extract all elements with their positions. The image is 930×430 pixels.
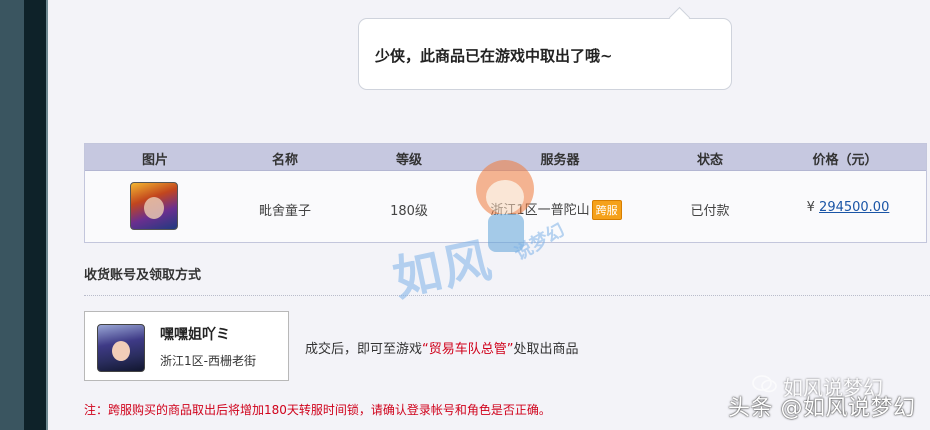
header-image: 图片 bbox=[141, 153, 168, 168]
instruction-prefix: 成交后，即可至游戏 bbox=[305, 342, 423, 357]
cross-server-badge: 跨服 bbox=[591, 200, 622, 220]
item-price: ¥ 294500.00 bbox=[803, 200, 893, 215]
section-divider bbox=[84, 295, 930, 296]
currency-symbol: ¥ bbox=[806, 200, 815, 215]
item-status: 已付款 bbox=[690, 204, 730, 219]
header-price: 价格（元） bbox=[812, 153, 878, 168]
header-name: 名称 bbox=[271, 153, 298, 168]
watermark-toutiao: 头条 @如风说梦幻 bbox=[728, 396, 916, 421]
character-server: 浙江1区-西栅老街 bbox=[160, 354, 256, 368]
left-frame-inner bbox=[24, 0, 46, 430]
item-thumbnail[interactable] bbox=[130, 182, 178, 230]
instruction-suffix: 处取出商品 bbox=[513, 342, 579, 357]
pickup-instruction: 成交后，即可至游戏“贸易车队总管”处取出商品 bbox=[305, 338, 579, 357]
header-level: 等级 bbox=[395, 153, 422, 168]
character-card: 嘿嘿姐吖ミ 浙江1区-西栅老街 bbox=[84, 311, 289, 381]
section-title: 收货账号及领取方式 bbox=[84, 268, 202, 283]
character-name: 嘿嘿姐吖ミ bbox=[160, 327, 230, 343]
price-link[interactable]: 294500.00 bbox=[819, 200, 889, 215]
notice-bubble: 少侠，此商品已在游戏中取出了哦~ bbox=[358, 18, 732, 90]
header-status: 状态 bbox=[696, 153, 723, 168]
item-level: 180级 bbox=[390, 204, 428, 219]
instruction-npc: “贸易车队总管” bbox=[422, 342, 514, 357]
notice-text: 少侠，此商品已在游戏中取出了哦~ bbox=[375, 47, 613, 65]
character-avatar bbox=[97, 324, 145, 372]
warning-note: 注：跨服购买的商品取出后将增加180天转服时间锁，请确认登录帐号和角色是否正确。 bbox=[84, 403, 551, 417]
left-frame-outer bbox=[0, 0, 24, 430]
item-name: 毗舍童子 bbox=[258, 204, 311, 219]
